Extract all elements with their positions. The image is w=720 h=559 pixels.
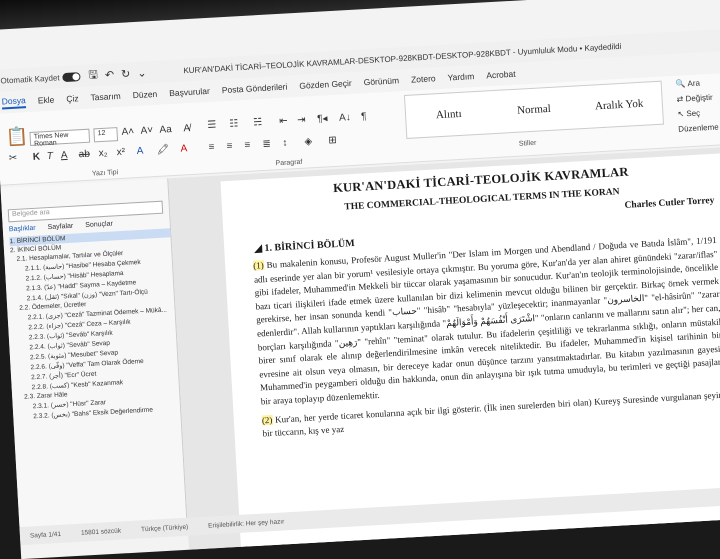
find-button[interactable]: 🔍 Ara (675, 75, 720, 89)
laptop-screen: Otomatik Kaydet 🖫 ↶ ↻ ⌄ KUR'AN'DAKİ TİCA… (0, 0, 720, 559)
paragraph-number: (1) (252, 260, 265, 271)
select-button[interactable]: ↖ Seç (677, 105, 720, 119)
multilevel-list-icon[interactable]: ☵ (253, 117, 263, 128)
redo-icon[interactable]: ↻ (121, 67, 131, 80)
nav-heading-list: 1. BİRİNCİ BÖLÜM 2. İKİNCİ BÖLÜM 2.1. He… (9, 228, 180, 422)
superscript-icon[interactable]: x² (116, 147, 125, 158)
replace-button[interactable]: ⇄ Değiştir (676, 90, 720, 104)
align-left-icon[interactable]: ≡ (208, 142, 214, 153)
status-word-count[interactable]: 15801 sözcük (81, 527, 121, 536)
increase-indent-icon[interactable]: ⇥ (297, 115, 306, 126)
navigation-pane: Belgede ara Başlıklar Sayfalar Sonuçlar … (0, 178, 188, 528)
search-icon: 🔍 (675, 79, 686, 89)
editing-group-label: Düzenleme (678, 122, 719, 134)
nav-tab-results[interactable]: Sonuçlar (85, 220, 113, 229)
numbering-icon[interactable]: ☷ (229, 118, 239, 129)
tab-acrobat[interactable]: Acrobat (486, 69, 516, 81)
document-canvas: KUR'AN'DAKİ TİCARİ-TEOLOJİK KAVRAMLAR TH… (168, 145, 720, 559)
tab-zotero[interactable]: Zotero (411, 73, 436, 84)
style-quote[interactable]: Alıntı (406, 106, 492, 123)
select-icon: ↖ (677, 109, 685, 119)
clear-format-icon[interactable]: A̸ (183, 123, 190, 134)
tab-help[interactable]: Yardım (447, 71, 474, 82)
paragraph-1: (1) Bu makalenin konusu, Profesör August… (252, 234, 720, 409)
shrink-font-icon[interactable]: A˅ (140, 125, 153, 137)
highlight-icon[interactable]: 🖍 (156, 144, 169, 156)
select-label: Seç (686, 108, 701, 119)
tab-references[interactable]: Başvurular (169, 86, 210, 98)
underline-icon[interactable]: A (60, 150, 67, 161)
styles-group-label: Stiller (518, 139, 537, 148)
tab-file[interactable]: Dosya (1, 94, 27, 109)
tab-mailings[interactable]: Posta Gönderileri (221, 82, 287, 96)
nav-tab-headings[interactable]: Başlıklar (9, 225, 36, 233)
status-accessibility[interactable]: Erişilebilirlik: Her şey hazır (208, 518, 284, 529)
grow-font-icon[interactable]: A˄ (121, 126, 134, 138)
font-name-box[interactable]: Times New Roman (29, 128, 91, 148)
line-spacing-icon[interactable]: ↕ (282, 138, 288, 149)
decrease-indent-icon[interactable]: ⇤ (279, 116, 288, 127)
sort-icon[interactable]: A↓ (339, 112, 351, 124)
align-right-icon[interactable]: ≡ (244, 140, 250, 151)
font-group-label: Yazı Tipi (91, 169, 119, 178)
replace-icon: ⇄ (676, 94, 684, 104)
borders-icon[interactable]: ⊞ (328, 135, 337, 146)
styles-gallery: Alıntı Normal Aralık Yok (403, 80, 665, 139)
undo-icon[interactable]: ↶ (105, 68, 115, 81)
style-normal[interactable]: Normal (491, 101, 577, 118)
tab-layout[interactable]: Düzen (132, 89, 157, 100)
paragraph-text: Bu makalenin konusu, Profesör August Mul… (253, 234, 720, 407)
change-case-icon[interactable]: Aa (159, 124, 172, 136)
tab-insert[interactable]: Ekle (37, 95, 54, 106)
autosave-label: Otomatik Kaydet (0, 72, 60, 86)
section-heading-text: 1. BİRİNCİ BÖLÜM (264, 238, 355, 255)
subscript-icon[interactable]: x₂ (98, 148, 107, 159)
paragraph-group-label: Paragraf (275, 158, 303, 168)
style-no-spacing[interactable]: Aralık Yok (576, 97, 662, 114)
align-center-icon[interactable]: ≡ (226, 141, 232, 152)
paste-icon[interactable]: 📋 (5, 126, 29, 148)
status-language[interactable]: Türkçe (Türkiye) (141, 523, 189, 533)
editing-group: 🔍 Ara ⇄ Değiştir ↖ Seç Düzenleme (675, 71, 720, 139)
rtl-icon[interactable]: ¶◂ (317, 113, 328, 125)
tab-draw[interactable]: Çiz (66, 93, 79, 104)
font-color-icon[interactable]: A (180, 143, 187, 154)
customize-chevron-icon[interactable]: ⌄ (137, 66, 147, 79)
shading-icon[interactable]: ◈ (304, 136, 312, 147)
replace-label: Değiştir (685, 92, 713, 104)
paragraph-number: (2) (261, 414, 273, 426)
justify-icon[interactable]: ≣ (262, 139, 271, 150)
italic-icon[interactable]: T (47, 151, 54, 162)
find-label: Ara (687, 78, 701, 89)
text-effects-icon[interactable]: A (136, 146, 143, 157)
bullets-icon[interactable]: ☰ (207, 120, 217, 131)
bold-icon[interactable]: K (33, 151, 41, 162)
autosave-toggle[interactable] (62, 71, 81, 82)
show-marks-icon[interactable]: ¶ (361, 111, 367, 122)
tab-review[interactable]: Gözden Geçir (299, 78, 352, 91)
save-icon[interactable]: 🖫 (88, 66, 98, 85)
font-size-box[interactable]: 12 (93, 127, 119, 143)
status-page-count[interactable]: Sayfa 1/41 (30, 530, 61, 539)
cut-icon[interactable]: ✂ (9, 153, 18, 164)
screen-bezel (0, 0, 711, 30)
strikethrough-icon[interactable]: ab (78, 149, 90, 161)
tab-view[interactable]: Görünüm (363, 75, 399, 87)
tab-design[interactable]: Tasarım (90, 91, 121, 103)
nav-tab-pages[interactable]: Sayfalar (47, 223, 73, 231)
